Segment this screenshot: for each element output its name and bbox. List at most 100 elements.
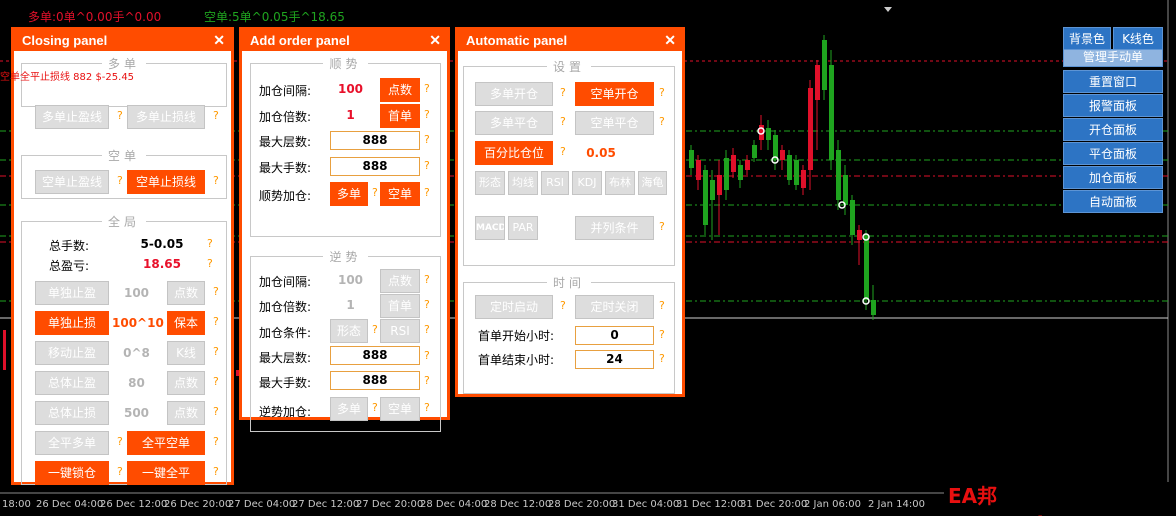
help-icon[interactable]: ? [117, 435, 123, 448]
max-layers-input[interactable]: 888 [330, 131, 420, 150]
open-panel-button[interactable]: 开仓面板 [1063, 118, 1163, 141]
help-icon[interactable]: ? [213, 375, 219, 388]
help-icon[interactable]: ? [117, 465, 123, 478]
timer-start-button[interactable]: 定时启动 [475, 295, 553, 319]
indicator-rsi-button[interactable]: RSI [541, 171, 569, 195]
help-icon[interactable]: ? [424, 323, 430, 336]
help-icon[interactable]: ? [424, 273, 430, 286]
help-icon[interactable]: ? [424, 186, 430, 199]
long-tp-line-button[interactable]: 多单止盈线 [35, 105, 109, 129]
auto-panel-button[interactable]: 自动面板 [1063, 190, 1163, 213]
parallel-condition-button[interactable]: 并列条件 [575, 216, 654, 240]
help-icon[interactable]: ? [213, 285, 219, 298]
candle-color-button[interactable]: K线色 [1113, 27, 1163, 50]
help-icon[interactable]: ? [424, 159, 430, 172]
help-icon[interactable]: ? [213, 405, 219, 418]
breakeven-button[interactable]: 保本 [167, 311, 205, 335]
help-icon[interactable]: ? [560, 86, 566, 99]
help-icon[interactable]: ? [207, 237, 213, 250]
help-icon[interactable]: ? [560, 299, 566, 312]
help-icon[interactable]: ? [560, 115, 566, 128]
add-order-panel-button[interactable]: 加仓面板 [1063, 166, 1163, 189]
close-icon[interactable]: ✕ [213, 30, 225, 50]
counter-add-short-button[interactable]: 空单 [380, 397, 420, 421]
automatic-panel[interactable]: Automatic panel ✕ 设置 多单开仓 ? 空单开仓 ? 多单平仓 ?… [455, 27, 685, 397]
single-sl-button[interactable]: 单独止损 [35, 311, 109, 335]
total-tp-button[interactable]: 总体止盈 [35, 371, 109, 395]
close-icon[interactable]: ✕ [664, 30, 676, 50]
trend-add-short-button[interactable]: 空单 [380, 182, 420, 206]
counter-max-lots-input[interactable]: 888 [330, 371, 420, 390]
indicator-par-button[interactable]: PAR [508, 216, 538, 240]
help-icon[interactable]: ? [659, 86, 665, 99]
first-order-start-hour-input[interactable]: 0 [575, 326, 654, 345]
help-icon[interactable]: ? [213, 315, 219, 328]
trailing-tp-button[interactable]: 移动止盈 [35, 341, 109, 365]
percent-position-button[interactable]: 百分比仓位 [475, 141, 553, 165]
short-sl-line-button[interactable]: 空单止损线 [127, 170, 205, 194]
help-icon[interactable]: ? [372, 323, 378, 336]
help-icon[interactable]: ? [659, 328, 665, 341]
long-sl-line-button[interactable]: 多单止损线 [127, 105, 205, 129]
one-click-close-all-button[interactable]: 一键全平 [127, 461, 205, 485]
background-color-button[interactable]: 背景色 [1063, 27, 1111, 50]
help-icon[interactable]: ? [213, 109, 219, 122]
first-order-end-hour-input[interactable]: 24 [575, 350, 654, 369]
help-icon[interactable]: ? [659, 220, 665, 233]
help-icon[interactable]: ? [659, 352, 665, 365]
counter-mult-first-button[interactable]: 首单 [380, 294, 420, 318]
help-icon[interactable]: ? [424, 401, 430, 414]
close-panel-button[interactable]: 平仓面板 [1063, 142, 1163, 165]
close-all-short-button[interactable]: 全平空单 [127, 431, 205, 455]
help-icon[interactable]: ? [560, 145, 566, 158]
total-tp-unit-button[interactable]: 点数 [167, 371, 205, 395]
close-icon[interactable]: ✕ [429, 30, 441, 50]
reset-window-button[interactable]: 重置窗口 [1063, 70, 1163, 93]
add-gap-unit-button[interactable]: 点数 [380, 78, 420, 102]
manage-manual-orders-button[interactable]: 管理手动单 [1063, 49, 1163, 67]
closing-panel[interactable]: Closing panel ✕ 多单 多单止盈线 ? 多单止损线 ? 空单 空单止… [11, 27, 234, 485]
short-close-button[interactable]: 空单平仓 [575, 111, 654, 135]
alert-panel-button[interactable]: 报警面板 [1063, 94, 1163, 117]
help-icon[interactable]: ? [424, 133, 430, 146]
help-icon[interactable]: ? [213, 465, 219, 478]
timer-stop-button[interactable]: 定时关闭 [575, 295, 654, 319]
help-icon[interactable]: ? [372, 186, 378, 199]
help-icon[interactable]: ? [372, 401, 378, 414]
trend-add-long-button[interactable]: 多单 [330, 182, 368, 206]
single-tp-unit-button[interactable]: 点数 [167, 281, 205, 305]
counter-cond-shape-button[interactable]: 形态 [330, 319, 368, 343]
single-tp-button[interactable]: 单独止盈 [35, 281, 109, 305]
help-icon[interactable]: ? [117, 174, 123, 187]
long-close-button[interactable]: 多单平仓 [475, 111, 553, 135]
max-lots-input[interactable]: 888 [330, 157, 420, 176]
help-icon[interactable]: ? [424, 374, 430, 387]
one-click-lock-button[interactable]: 一键锁仓 [35, 461, 109, 485]
total-sl-button[interactable]: 总体止损 [35, 401, 109, 425]
short-tp-line-button[interactable]: 空单止盈线 [35, 170, 109, 194]
long-open-button[interactable]: 多单开仓 [475, 82, 553, 106]
help-icon[interactable]: ? [207, 257, 213, 270]
indicator-kdj-button[interactable]: KDJ [572, 171, 602, 195]
add-order-panel[interactable]: Add order panel ✕ 顺势 加仓间隔: 100 点数 ? 加仓倍数:… [239, 27, 450, 432]
counter-max-layers-input[interactable]: 888 [330, 346, 420, 365]
close-all-long-button[interactable]: 全平多单 [35, 431, 109, 455]
indicator-macd-button[interactable]: MACD [475, 216, 505, 240]
help-icon[interactable]: ? [213, 435, 219, 448]
help-icon[interactable]: ? [659, 115, 665, 128]
indicator-shape-button[interactable]: 形态 [475, 171, 505, 195]
help-icon[interactable]: ? [659, 299, 665, 312]
short-open-button[interactable]: 空单开仓 [575, 82, 654, 106]
help-icon[interactable]: ? [424, 349, 430, 362]
total-sl-unit-button[interactable]: 点数 [167, 401, 205, 425]
help-icon[interactable]: ? [424, 82, 430, 95]
counter-add-long-button[interactable]: 多单 [330, 397, 368, 421]
help-icon[interactable]: ? [424, 298, 430, 311]
add-mult-first-button[interactable]: 首单 [380, 104, 420, 128]
help-icon[interactable]: ? [424, 108, 430, 121]
help-icon[interactable]: ? [213, 345, 219, 358]
indicator-ma-button[interactable]: 均线 [508, 171, 538, 195]
counter-cond-rsi-button[interactable]: RSI [380, 319, 420, 343]
indicator-bollinger-button[interactable]: 布林 [605, 171, 635, 195]
indicator-turtle-button[interactable]: 海龟 [638, 171, 667, 195]
